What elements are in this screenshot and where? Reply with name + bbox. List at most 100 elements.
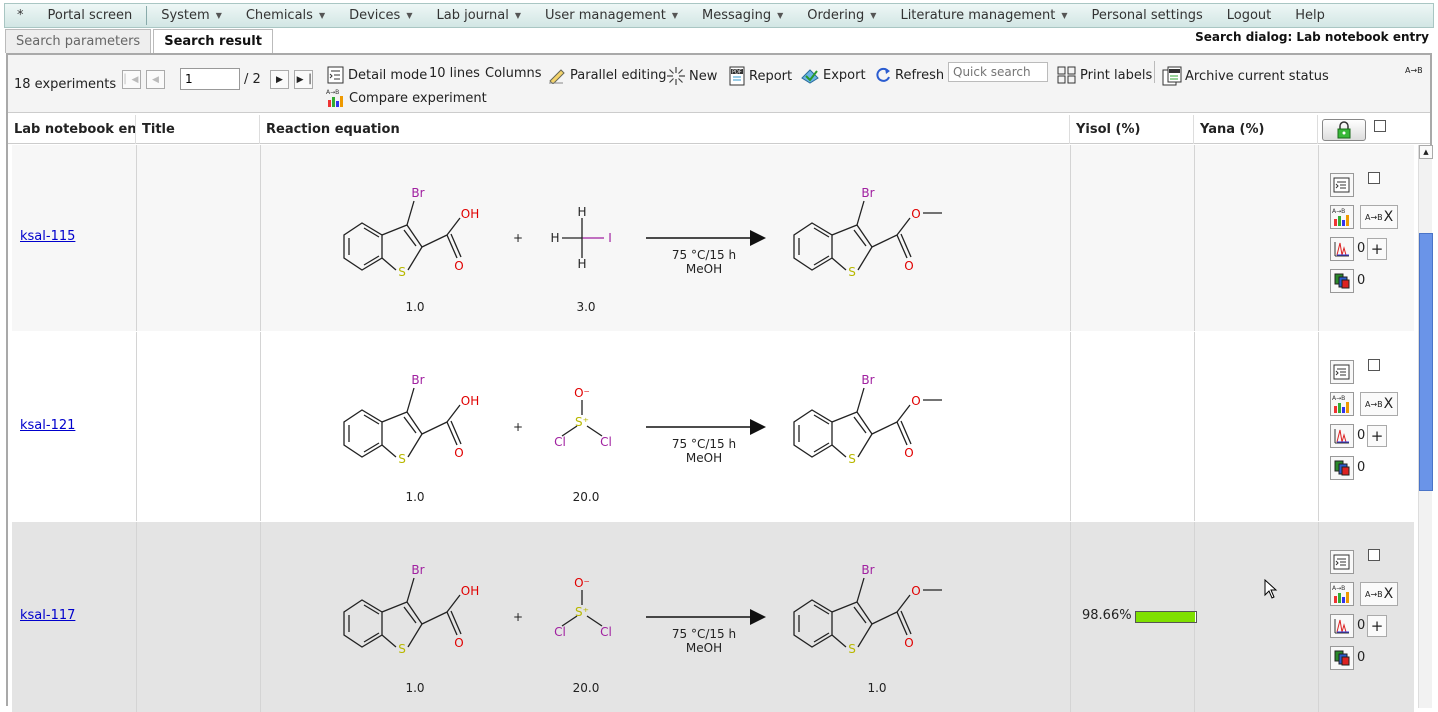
menu-item-chemicals[interactable]: Chemicals ▼ [234, 4, 337, 27]
entry-link[interactable]: ksal-117 [20, 608, 75, 623]
atom-label: O [454, 259, 463, 273]
plus-icon: + [1370, 427, 1384, 445]
reaction-equation[interactable]: SBrOOH + S⁺O⁻Cl Cl 75 °C/15 h MeOH SBrOO … [260, 522, 1070, 712]
row-spectra-button[interactable] [1330, 614, 1354, 638]
menu-item-help[interactable]: Help [1283, 4, 1337, 27]
abbreviation-icon[interactable]: A→B [1405, 66, 1423, 75]
menu-item-devices[interactable]: Devices ▼ [337, 4, 424, 27]
lock-button[interactable] [1322, 119, 1366, 141]
menu-separator [146, 6, 148, 25]
first-page-button[interactable]: ▏◀ [122, 70, 141, 89]
add-spectrum-button[interactable]: + [1367, 238, 1387, 260]
dropdown-caret-icon: ▼ [870, 11, 877, 20]
scroll-up-arrow-icon[interactable]: ▲ [1419, 145, 1433, 159]
archive-status-label: Archive current status [1185, 68, 1329, 84]
experiment-count: 18 experiments [14, 77, 117, 92]
row-detail-button[interactable] [1330, 360, 1354, 384]
export-button[interactable]: Export [800, 66, 866, 84]
add-spectrum-button[interactable]: + [1367, 425, 1387, 447]
reaction-equation[interactable]: SBrOOH + S⁺O⁻Cl Cl 75 °C/15 h MeOH SBrOO … [260, 332, 1070, 521]
parallel-editing-button[interactable]: Parallel editing [547, 66, 667, 84]
spectra-count: 0 [1357, 428, 1366, 443]
detail-mode-button[interactable]: Detail mode [326, 66, 427, 84]
yisol-bar-fill [1136, 612, 1196, 622]
columns-button[interactable]: Columns [485, 66, 542, 81]
report-label: Report [749, 68, 793, 84]
menu-item-ordering[interactable]: Ordering ▼ [795, 4, 888, 27]
atom-label: OH [461, 207, 479, 221]
select-all-checkbox[interactable] [1374, 120, 1386, 132]
atom-label: H [550, 231, 559, 245]
refresh-label: Refresh [895, 67, 945, 83]
main-menu-bar: * Portal screen System ▼ Chemicals ▼ Devices ▼ L… [4, 3, 1434, 28]
row-detail-button[interactable] [1330, 173, 1354, 197]
row-detail-button[interactable] [1330, 550, 1354, 574]
print-labels-button[interactable]: Print labels [1057, 66, 1152, 84]
samples-count: 0 [1357, 273, 1366, 288]
row-spectra-button[interactable] [1330, 424, 1354, 448]
row-abbreviation-remove-button[interactable]: A→B X [1360, 582, 1399, 606]
row-select-checkbox[interactable] [1368, 549, 1380, 561]
row-select-checkbox[interactable] [1368, 172, 1380, 184]
reaction-solvent: MeOH [686, 641, 722, 655]
column-header-yana[interactable]: Yana (%) [1194, 115, 1318, 144]
menu-item-logout[interactable]: Logout [1215, 4, 1284, 27]
menu-item-lab-journal[interactable]: Lab journal ▼ [424, 4, 533, 27]
report-button[interactable]: PDF Report [728, 66, 792, 86]
atom-label: Br [861, 186, 874, 200]
row-compare-button[interactable]: A→B [1330, 582, 1354, 606]
menu-item-user-management[interactable]: User management ▼ [533, 4, 690, 27]
row-spectra-button[interactable] [1330, 237, 1354, 261]
row-compare-button[interactable]: A→B [1330, 205, 1354, 229]
atom-label: + [513, 610, 523, 624]
menu-item-label: Personal settings [1091, 8, 1203, 23]
menu-item-star[interactable]: * [5, 4, 36, 27]
next-page-button[interactable]: ▶ [270, 70, 289, 89]
archive-status-button[interactable]: Archive current status [1162, 66, 1329, 86]
row-samples-button[interactable] [1330, 269, 1354, 293]
column-header-entry[interactable]: Lab notebook entry [8, 115, 136, 144]
menu-item-label: User management [544, 8, 666, 23]
page-number-input[interactable] [180, 68, 240, 90]
entry-link[interactable]: ksal-121 [20, 418, 75, 433]
new-button[interactable]: New [666, 66, 717, 86]
tab-search-parameters[interactable]: Search parameters [5, 29, 152, 53]
quick-search-input[interactable] [948, 62, 1048, 82]
vertical-scrollbar[interactable]: ▲ [1418, 145, 1433, 708]
reactant-2-structure: S⁺ O⁻ Cl Cl [554, 576, 612, 639]
tab-search-result[interactable]: Search result [153, 29, 273, 53]
add-spectrum-button[interactable]: + [1367, 615, 1387, 637]
compare-chart-icon: A→B [1332, 395, 1349, 413]
column-divider [1070, 522, 1071, 712]
column-header-title[interactable]: Title [136, 115, 260, 144]
compare-experiment-button[interactable]: A→B Compare experiment [326, 88, 487, 108]
reaction-equation[interactable]: SBrOOH + HHHI 75 °C/15 h MeOH SBrOO 1.0 … [260, 145, 1070, 331]
column-header-equation[interactable]: Reaction equation [260, 115, 1070, 144]
row-samples-button[interactable] [1330, 456, 1354, 480]
refresh-button[interactable]: Refresh [874, 66, 944, 84]
column-header-yisol[interactable]: Yisol (%) [1070, 115, 1194, 144]
scrollbar-thumb[interactable] [1419, 233, 1433, 491]
menu-item-messaging[interactable]: Messaging ▼ [690, 4, 795, 27]
menu-item-literature-management[interactable]: Literature management ▼ [888, 4, 1079, 27]
lines-selector[interactable]: 10 lines [429, 66, 480, 81]
atom-label: Cl [554, 435, 566, 449]
samples-count: 0 [1357, 650, 1366, 665]
column-divider [1318, 145, 1319, 331]
stoich-coefficient: 1.0 [405, 490, 424, 504]
samples-icon [1334, 273, 1350, 289]
menu-item-personal-settings[interactable]: Personal settings [1079, 4, 1214, 27]
last-page-button[interactable]: ▶▕ [294, 70, 313, 89]
row-samples-button[interactable] [1330, 646, 1354, 670]
menu-item-system[interactable]: System ▼ [149, 4, 234, 27]
plus-icon: + [1370, 617, 1384, 635]
atom-label: O⁻ [574, 576, 590, 590]
prev-page-button[interactable]: ◀ [146, 70, 165, 89]
dropdown-caret-icon: ▼ [671, 11, 678, 20]
row-compare-button[interactable]: A→B [1330, 392, 1354, 416]
row-select-checkbox[interactable] [1368, 359, 1380, 371]
row-abbreviation-remove-button[interactable]: A→B X [1360, 205, 1399, 229]
entry-link[interactable]: ksal-115 [20, 229, 75, 244]
menu-item-portal-screen[interactable]: Portal screen [36, 4, 145, 27]
row-abbreviation-remove-button[interactable]: A→B X [1360, 392, 1399, 416]
